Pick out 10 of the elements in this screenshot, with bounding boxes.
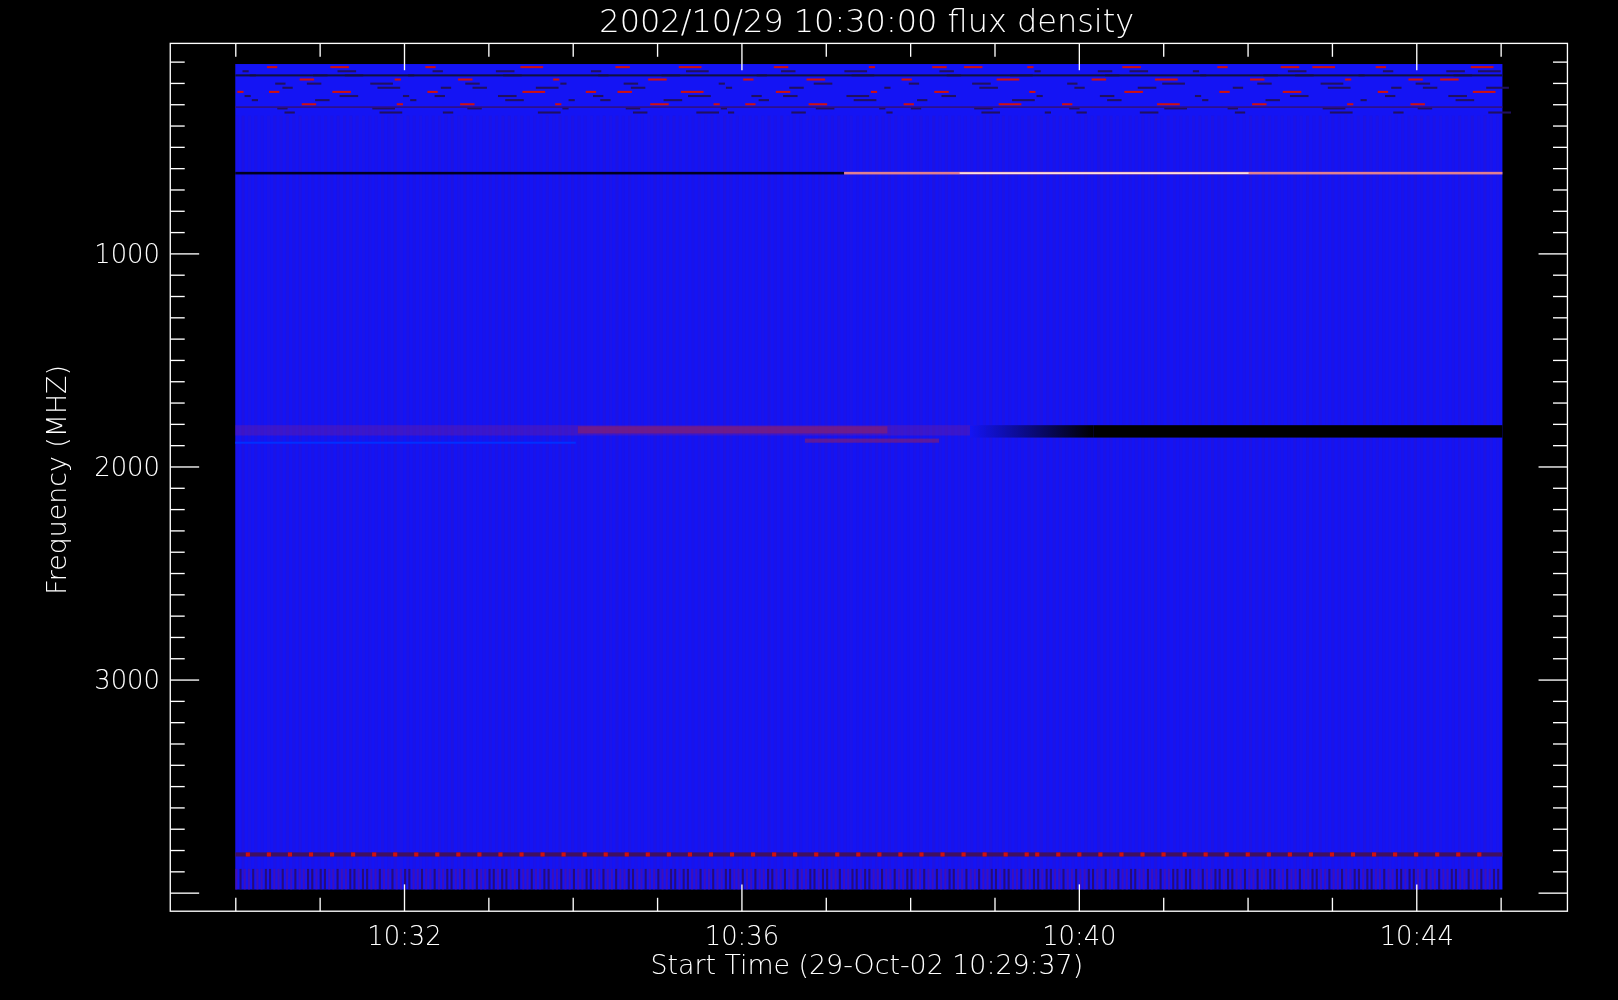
y-axis-label: Frequency (MHZ) bbox=[41, 365, 73, 595]
y-tick-label: 2000 bbox=[94, 452, 160, 483]
x-tick-label: 10:36 bbox=[704, 921, 780, 952]
y-tick-label: 1000 bbox=[94, 239, 160, 270]
x-tick-label: 10:32 bbox=[367, 921, 442, 952]
y-tick-label: 3000 bbox=[94, 665, 160, 696]
x-axis-label: Start Time (29-Oct-02 10:29:37) bbox=[650, 949, 1084, 981]
plot-title: 2002/10/29 10:30:00 flux density bbox=[599, 2, 1135, 41]
x-tick-label: 10:40 bbox=[1042, 921, 1117, 952]
x-tick-label: 10:44 bbox=[1379, 921, 1454, 952]
